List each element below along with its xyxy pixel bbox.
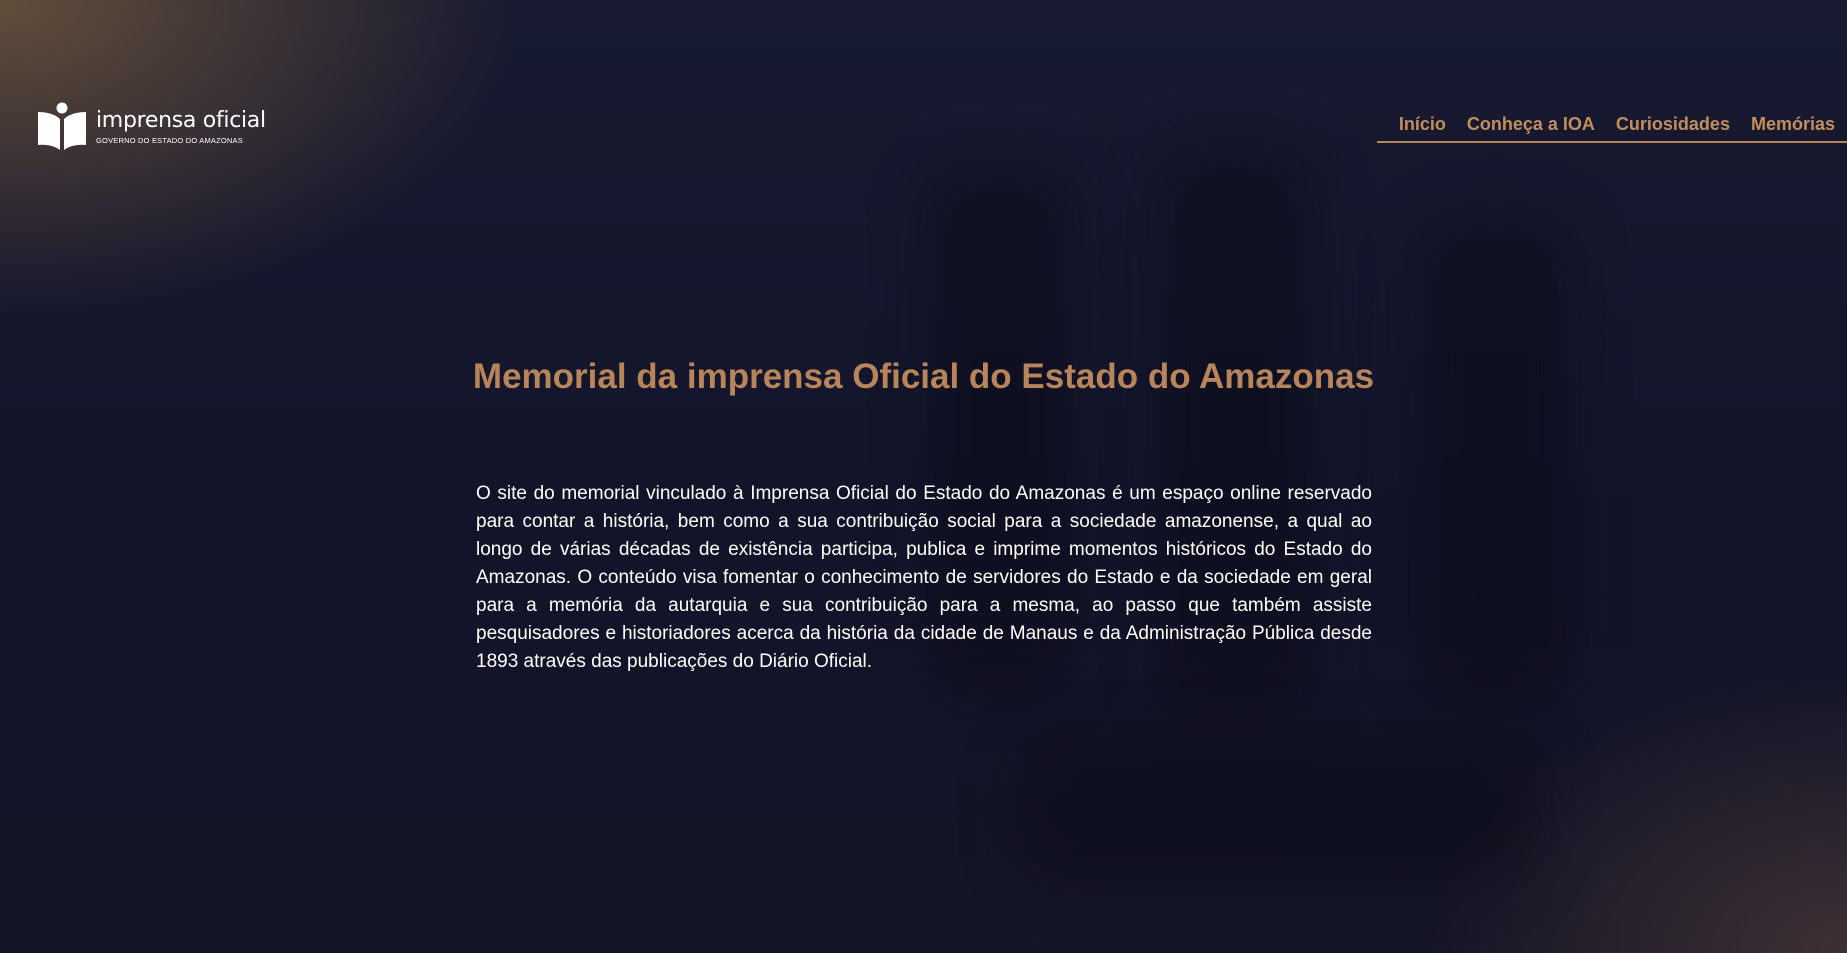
nav-item-inicio[interactable]: Início — [1399, 110, 1446, 138]
logo-name: imprensa oficial — [96, 107, 266, 133]
background-blur-shape — [1420, 220, 1570, 700]
hero-title: Memorial da imprensa Oficial do Estado d… — [472, 357, 1375, 396]
site-logo[interactable]: imprensa oficial GOVERNO DO ESTADO DO AM… — [36, 102, 266, 152]
open-book-person-icon — [38, 102, 86, 150]
logo-subtitle: GOVERNO DO ESTADO DO AMAZONAS — [96, 135, 243, 145]
hero-description: O site do memorial vinculado à Imprensa … — [476, 483, 1372, 672]
nav-item-curiosidades[interactable]: Curiosidades — [1616, 110, 1730, 138]
nav-item-conheca-a-ioa[interactable]: Conheça a IOA — [1467, 110, 1595, 138]
background-blur-shape — [1020, 740, 1540, 880]
site-header: imprensa oficial GOVERNO DO ESTADO DO AM… — [0, 0, 1847, 160]
main-nav: Início Conheça a IOA Curiosidades Memóri… — [1376, 110, 1847, 143]
nav-item-memorias[interactable]: Memórias — [1751, 110, 1835, 138]
logo-text: imprensa oficial GOVERNO DO ESTADO DO AM… — [96, 107, 266, 146]
